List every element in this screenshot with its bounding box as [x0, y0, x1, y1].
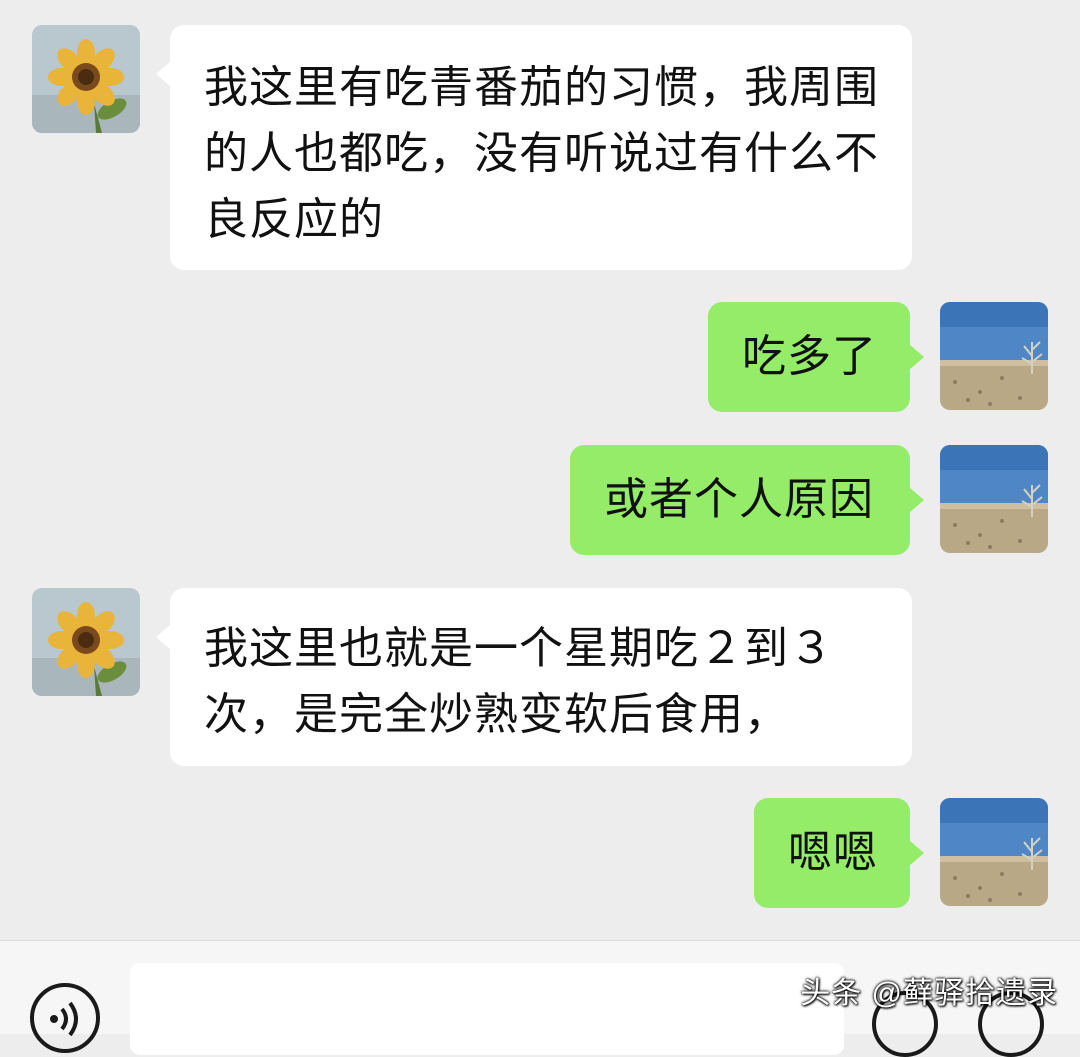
contact-avatar[interactable] — [32, 25, 140, 133]
chat-area[interactable]: 我这里有吃青番茄的习惯，我周围的人也都吃，没有听说过有什么不良反应的 吃多了 或… — [0, 0, 1080, 940]
message-bubble-outgoing[interactable]: 嗯嗯 — [754, 798, 924, 908]
self-avatar[interactable] — [940, 798, 1048, 906]
contact-avatar[interactable] — [32, 588, 140, 696]
message-bubble-outgoing[interactable]: 吃多了 — [708, 302, 924, 412]
message-bubble-outgoing[interactable]: 或者个人原因 — [570, 445, 924, 555]
message-text: 我这里有吃青番茄的习惯，我周围的人也都吃，没有听说过有什么不良反应的 — [204, 62, 879, 245]
message-bubble-incoming[interactable]: 我这里有吃青番茄的习惯，我周围的人也都吃，没有听说过有什么不良反应的 — [156, 25, 912, 270]
message-bubble-incoming[interactable]: 我这里也就是一个星期吃２到３次，是完全炒熟变软后食用， — [156, 588, 912, 766]
message-input[interactable] — [130, 963, 844, 1055]
message-text: 嗯嗯 — [788, 827, 878, 878]
watermark: 头条 @藓驿拾遗录 — [800, 977, 1058, 1010]
message-text: 吃多了 — [742, 331, 877, 382]
voice-icon[interactable] — [30, 983, 100, 1053]
self-avatar[interactable] — [940, 445, 1048, 553]
self-avatar[interactable] — [940, 302, 1048, 410]
message-text: 我这里也就是一个星期吃２到３次，是完全炒熟变软后食用， — [204, 623, 834, 740]
message-text: 或者个人原因 — [604, 474, 874, 525]
